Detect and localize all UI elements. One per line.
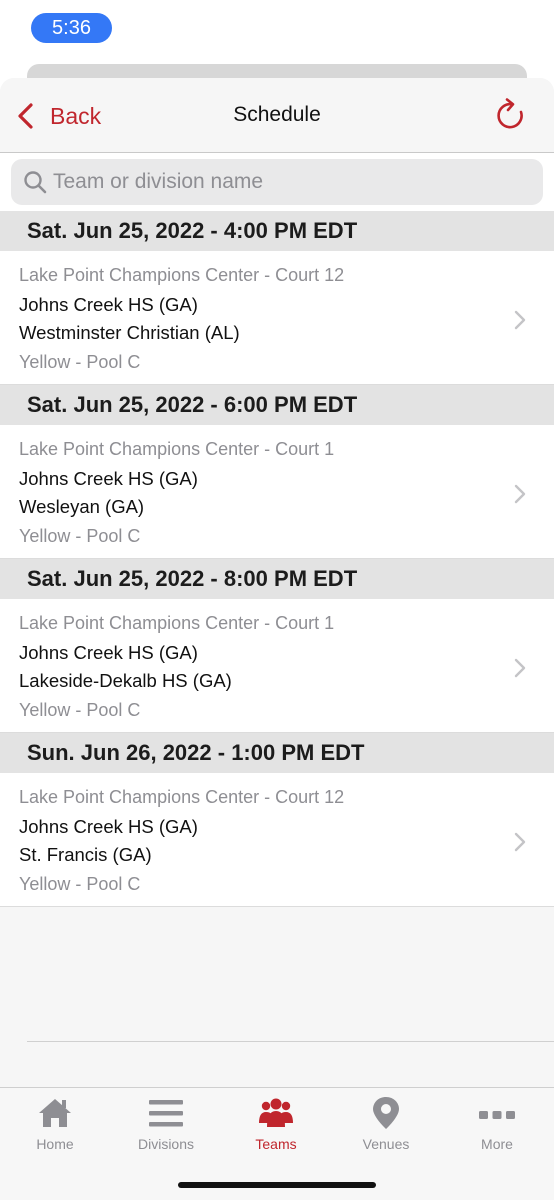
team-one: Johns Creek HS (GA) bbox=[19, 642, 198, 663]
page-title: Schedule bbox=[233, 103, 321, 126]
section-header: Sat. Jun 25, 2022 - 4:00 PM EDT bbox=[0, 211, 554, 251]
division-label: Yellow - Pool C bbox=[19, 526, 141, 546]
search-bar bbox=[0, 153, 554, 211]
game-row[interactable]: Lake Point Champions Center - Court 1 Jo… bbox=[0, 599, 554, 733]
team-one: Johns Creek HS (GA) bbox=[19, 468, 198, 489]
schedule-sheet: Back Schedule Sat. Jun 25, 2022 - 4:00 P… bbox=[0, 78, 554, 1200]
search-box[interactable] bbox=[11, 159, 543, 205]
navigation-bar: Back Schedule bbox=[0, 78, 554, 153]
division-label: Yellow - Pool C bbox=[19, 700, 141, 720]
game-row[interactable]: Lake Point Champions Center - Court 1 Jo… bbox=[0, 425, 554, 559]
status-bar: 5:36 bbox=[0, 0, 554, 60]
team-one: Johns Creek HS (GA) bbox=[19, 816, 198, 837]
status-time[interactable]: 5:36 bbox=[31, 13, 112, 43]
section-header: Sun. Jun 26, 2022 - 1:00 PM EDT bbox=[0, 733, 554, 773]
venue-label: Lake Point Champions Center - Court 12 bbox=[19, 265, 345, 285]
team-two: Lakeside-Dekalb HS (GA) bbox=[19, 670, 232, 691]
section-header: Sat. Jun 25, 2022 - 8:00 PM EDT bbox=[0, 559, 554, 599]
location-pin-icon bbox=[373, 1097, 399, 1129]
home-indicator[interactable] bbox=[178, 1182, 376, 1188]
venue-label: Lake Point Champions Center - Court 1 bbox=[19, 439, 335, 459]
more-dots-icon bbox=[479, 1111, 515, 1119]
team-two: Wesleyan (GA) bbox=[19, 496, 145, 517]
chevron-right-icon bbox=[514, 658, 526, 678]
chevron-right-icon bbox=[514, 484, 526, 504]
team-one: Johns Creek HS (GA) bbox=[19, 294, 198, 315]
tab-label: Venues bbox=[362, 1136, 410, 1152]
game-row[interactable]: Lake Point Champions Center - Court 12 J… bbox=[0, 251, 554, 385]
division-label: Yellow - Pool C bbox=[19, 352, 141, 372]
tab-teams[interactable]: Teams bbox=[221, 1096, 331, 1156]
schedule-list: Sat. Jun 25, 2022 - 4:00 PM EDT Lake Poi… bbox=[0, 211, 554, 907]
home-icon bbox=[39, 1099, 71, 1127]
team-two: Westminster Christian (AL) bbox=[19, 322, 240, 343]
tab-label: More bbox=[481, 1136, 513, 1152]
division-label: Yellow - Pool C bbox=[19, 874, 141, 894]
group-icon bbox=[259, 1098, 293, 1127]
chevron-right-icon bbox=[514, 832, 526, 852]
team-two: St. Francis (GA) bbox=[19, 844, 152, 865]
venue-label: Lake Point Champions Center - Court 12 bbox=[19, 787, 345, 807]
section-header: Sat. Jun 25, 2022 - 6:00 PM EDT bbox=[0, 385, 554, 425]
tab-label: Teams bbox=[255, 1136, 297, 1152]
chevron-right-icon bbox=[514, 310, 526, 330]
tab-venues[interactable]: Venues bbox=[331, 1096, 441, 1156]
list-icon bbox=[149, 1100, 183, 1127]
tab-more[interactable]: More bbox=[442, 1096, 552, 1156]
search-input[interactable] bbox=[51, 159, 531, 205]
venue-label: Lake Point Champions Center - Court 1 bbox=[19, 613, 335, 633]
tab-home[interactable]: Home bbox=[0, 1096, 110, 1156]
tab-label: Home bbox=[36, 1136, 74, 1152]
tab-divisions[interactable]: Divisions bbox=[111, 1096, 221, 1156]
search-icon bbox=[24, 171, 47, 194]
game-row[interactable]: Lake Point Champions Center - Court 12 J… bbox=[0, 773, 554, 907]
list-divider bbox=[27, 1041, 554, 1042]
refresh-icon[interactable] bbox=[495, 98, 527, 132]
tab-label: Divisions bbox=[137, 1136, 194, 1152]
